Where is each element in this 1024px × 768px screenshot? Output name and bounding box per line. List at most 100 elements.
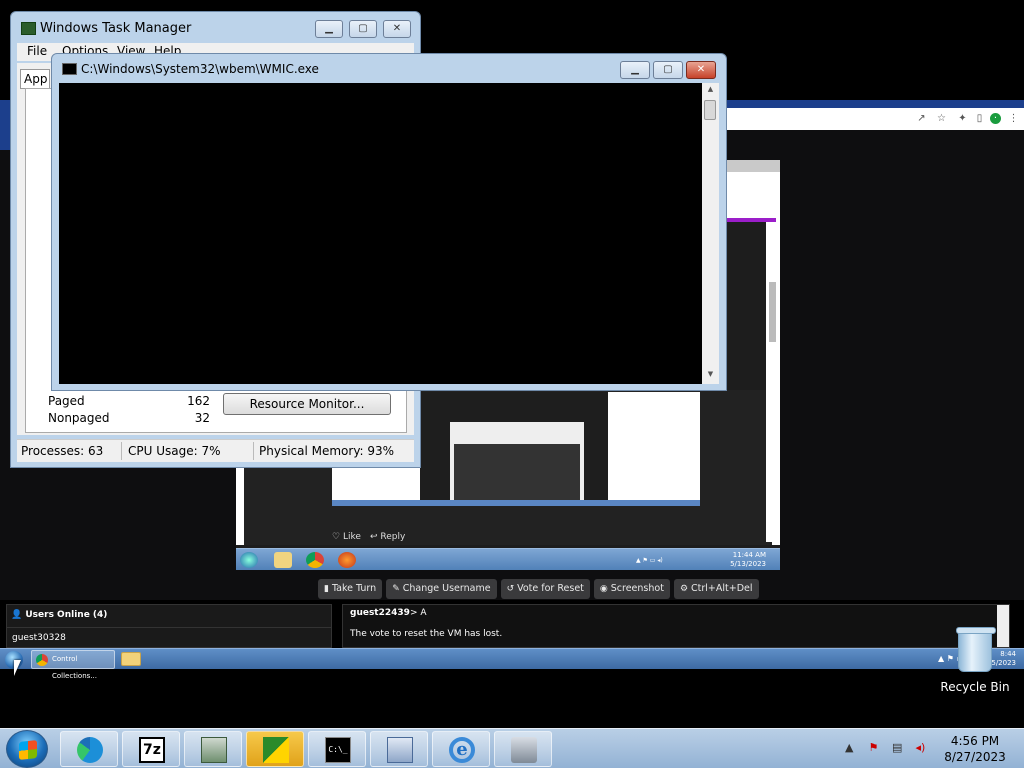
scroll-thumb[interactable]: [704, 100, 716, 120]
user-icon: 👤: [11, 610, 23, 620]
vm-chrome-taskbar-button[interactable]: Control Collections...: [31, 650, 115, 680]
kernel-nonpaged-value: 32: [194, 411, 210, 425]
inner-folder-icon[interactable]: [274, 552, 292, 568]
action-center-icon[interactable]: ⚑: [869, 741, 883, 755]
vm-host-taskbar: Control Collections... ▲ ⚑ ▭ 8:44 8/25/20…: [0, 648, 1024, 680]
window-title: C:\Windows\System32\wbem\WMIC.exe: [81, 62, 319, 76]
7zip-icon: 7z: [139, 737, 165, 763]
vm-browser-left-edge: [0, 100, 10, 150]
users-online-panel: 👤 Users Online (4) guest30328: [6, 604, 332, 648]
profile-icon[interactable]: ·: [990, 113, 1001, 124]
close-button[interactable]: ✕: [686, 61, 716, 79]
mouse-cursor-icon: [14, 660, 21, 676]
screenshot-button[interactable]: ◉ Screenshot: [593, 579, 670, 599]
vm-controls: ▮ Take Turn ✎ Change Username ↺ Vote for Re…: [318, 579, 759, 599]
mouse-pointer-icon: ▮: [324, 584, 329, 594]
vm-browser-toolbar: ↗ ☆ ✦ ▯ · ⋮: [720, 108, 1024, 130]
recycle-bin-icon: [956, 627, 996, 672]
cpu-usage: CPU Usage: 7%: [128, 444, 221, 458]
change-username-button[interactable]: ✎ Change Username: [386, 579, 497, 599]
taskbar-edge[interactable]: [60, 731, 118, 767]
inner-tray-icons: ▲ ⚑ ▭ ◂): [636, 557, 663, 564]
chrome-icon: [36, 654, 48, 666]
show-hidden-icon[interactable]: ▲: [845, 741, 859, 755]
menu-file[interactable]: File: [27, 44, 47, 58]
inner-scrollbar[interactable]: [766, 222, 780, 542]
resource-monitor-button[interactable]: Resource Monitor...: [223, 393, 391, 415]
inner-screenshot-dark: [420, 392, 608, 504]
close-button[interactable]: ✕: [383, 20, 411, 38]
chat-message: guest22439> A: [350, 608, 427, 618]
minimize-button[interactable]: ▁: [620, 61, 650, 79]
chat-panel: guest22439> A The vote to reset the VM h…: [342, 604, 1010, 648]
maximize-button[interactable]: ▢: [349, 20, 377, 38]
like-button[interactable]: ♡ Like: [332, 532, 361, 542]
recycle-bin[interactable]: Recycle Bin: [936, 627, 1014, 694]
window-title: Windows Task Manager: [40, 21, 192, 36]
start-button[interactable]: [6, 730, 48, 768]
status-bar: Processes: 63 CPU Usage: 7% Physical Mem…: [17, 439, 414, 462]
share-icon[interactable]: ↗: [916, 113, 927, 124]
kernel-paged-label: Paged: [48, 394, 85, 408]
inner-screenshot-window-body: [454, 444, 580, 504]
taskbar-network[interactable]: [184, 731, 242, 767]
physical-memory: Physical Memory: 93%: [259, 444, 395, 458]
inner-chrome-icon[interactable]: [306, 552, 324, 568]
taskbar-7zip[interactable]: 7z: [122, 731, 180, 767]
inner-browser-panel: [726, 172, 780, 222]
inner-screenshot-taskbar: [332, 500, 700, 506]
camera-icon: ◉: [599, 584, 608, 594]
sidebar-icon[interactable]: ▯: [974, 113, 985, 124]
taskbar-ie[interactable]: e: [432, 731, 490, 767]
taskbar-tools[interactable]: [494, 731, 552, 767]
kernel-nonpaged-label: Nonpaged: [48, 411, 110, 425]
clock[interactable]: 4:56 PM 8/27/2023: [940, 733, 1010, 765]
on-screen-keyboard-icon: [387, 737, 413, 763]
scroll-down-icon[interactable]: ▼: [702, 370, 719, 382]
taskbar-security[interactable]: [246, 731, 304, 767]
users-online-header: 👤 Users Online (4): [11, 610, 108, 620]
command-prompt-icon: C:\_: [325, 737, 351, 763]
extension-icon[interactable]: ✦: [957, 113, 968, 124]
edge-icon: [77, 737, 103, 763]
network-adapter-icon: [201, 737, 227, 763]
recycle-bin-label: Recycle Bin: [940, 680, 1010, 694]
console-icon: [62, 63, 77, 75]
console-output[interactable]: [59, 83, 702, 384]
kernel-paged-value: 162: [187, 394, 210, 408]
taskbar-cmd[interactable]: C:\_: [308, 731, 366, 767]
scroll-up-icon[interactable]: ▲: [702, 85, 719, 97]
volume-icon[interactable]: ◂): [916, 741, 930, 755]
security-center-icon: [263, 737, 289, 763]
take-turn-button[interactable]: ▮ Take Turn: [318, 579, 383, 599]
ctrl-alt-del-button[interactable]: ⚙ Ctrl+Alt+Del: [673, 579, 759, 599]
folder-icon[interactable]: [121, 652, 141, 666]
console-scrollbar[interactable]: ▲ ▼: [702, 83, 719, 384]
minimize-button[interactable]: ▁: [315, 20, 343, 38]
reply-button[interactable]: ↩ Reply: [370, 532, 405, 542]
clock-date: 8/27/2023: [944, 750, 1006, 764]
reset-icon: ↺: [506, 584, 515, 594]
gear-icon: ⚙: [679, 584, 689, 594]
vote-reset-button[interactable]: ↺ Vote for Reset: [500, 579, 590, 599]
wmic-console-window[interactable]: C:\Windows\System32\wbem\WMIC.exe ▁ ▢ ✕ …: [51, 53, 727, 391]
user-list-item[interactable]: guest30328: [12, 633, 66, 643]
system-tray: ▲ ⚑ ▤ ◂): [845, 741, 936, 755]
processes-count: Processes: 63: [21, 444, 104, 458]
inner-clock: 11:44 AM 5/13/2023: [730, 551, 766, 568]
control-panel-icon: [511, 737, 537, 763]
clock-time: 4:56 PM: [950, 734, 1000, 748]
taskbar-keyboard[interactable]: [370, 731, 428, 767]
chat-message: The vote to reset the VM has lost.: [350, 629, 503, 639]
star-icon[interactable]: ☆: [936, 113, 947, 124]
windows-logo-icon: [19, 740, 37, 760]
inner-taskbar: ▲ ⚑ ▭ ◂) 11:44 AM 5/13/2023: [236, 548, 780, 570]
inner-window-header: [726, 160, 780, 172]
more-icon[interactable]: ⋮: [1008, 113, 1019, 124]
inner-start-icon[interactable]: [240, 552, 258, 568]
tab-applications[interactable]: App: [20, 69, 50, 89]
taskbar: 7z C:\_ e ▲ ⚑ ▤ ◂) 4:56 PM 8/27/2023: [0, 728, 1024, 768]
inner-firefox-icon[interactable]: [338, 552, 356, 568]
maximize-button[interactable]: ▢: [653, 61, 683, 79]
network-icon[interactable]: ▤: [892, 741, 906, 755]
